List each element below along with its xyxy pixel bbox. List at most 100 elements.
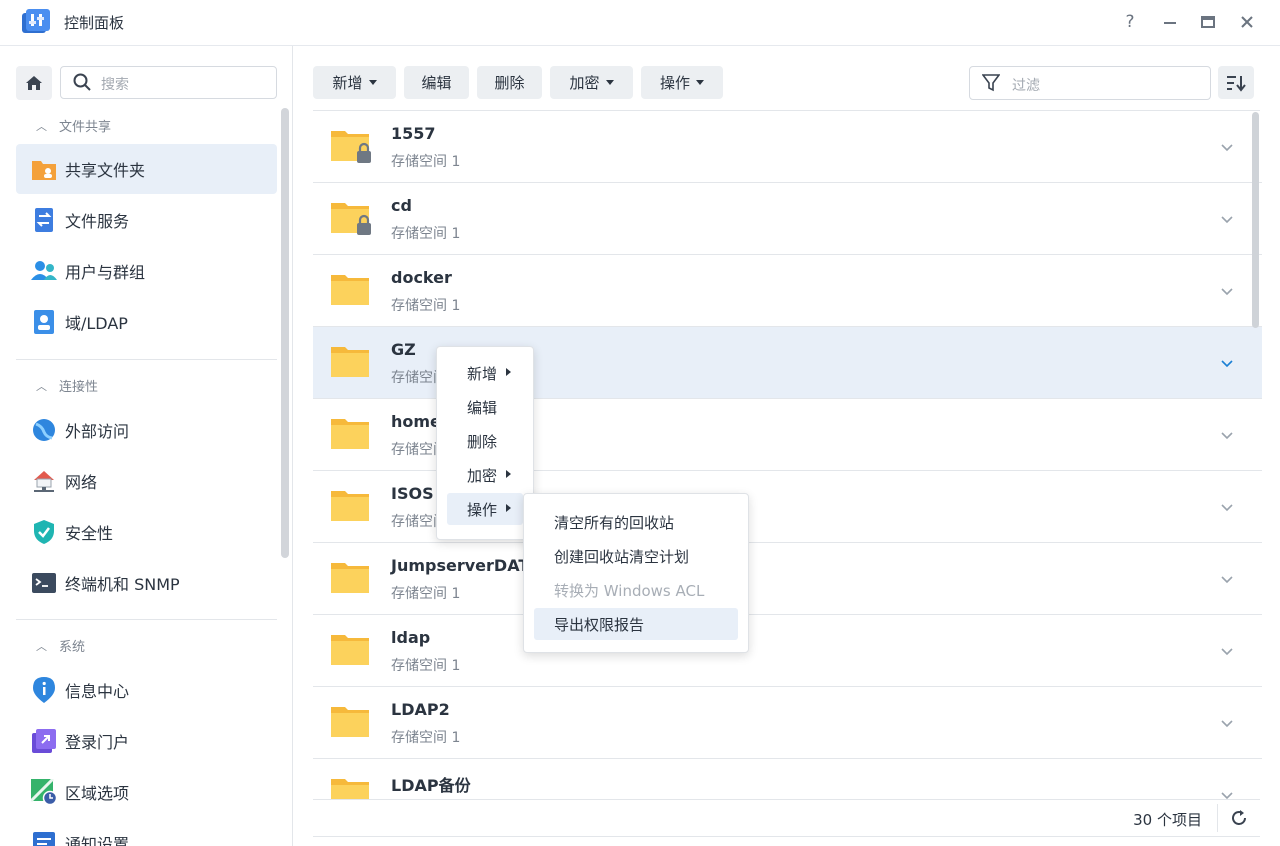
folder-icon — [331, 275, 369, 305]
folder-volume: 存储空间 1 — [391, 586, 461, 602]
sidebar-item-notification[interactable]: 通知设置 — [16, 818, 277, 846]
delete-button[interactable]: 删除 — [477, 66, 542, 99]
chevron-down-icon[interactable] — [1219, 139, 1235, 155]
folder-row[interactable]: cd 存储空间 1 — [313, 183, 1262, 255]
section-system[interactable]: ︿ 系统 — [36, 636, 85, 656]
context-menu-item-new[interactable]: 新增 — [447, 357, 523, 389]
folder-name: 1557 — [391, 124, 436, 143]
sidebar-item-regional-options[interactable]: 区域选项 — [16, 767, 277, 817]
new-button-label: 新增 — [332, 74, 363, 92]
chevron-down-icon[interactable] — [1219, 571, 1235, 587]
context-menu-item-encrypt[interactable]: 加密 — [447, 459, 523, 491]
info-center-icon — [31, 677, 57, 703]
new-button[interactable]: 新增 — [313, 66, 396, 99]
caret-down-icon — [696, 80, 704, 85]
menu-item-label: 清空所有的回收站 — [554, 513, 675, 532]
folder-name: cd — [391, 196, 412, 215]
login-portal-icon — [31, 728, 57, 754]
shared-folder-icon — [31, 156, 57, 182]
sidebar-item-users-groups[interactable]: 用户与群组 — [16, 246, 277, 296]
folder-row[interactable]: ldap 存储空间 1 — [313, 615, 1262, 687]
context-menu-item-action[interactable]: 操作 — [447, 493, 523, 525]
caret-down-icon — [368, 80, 377, 85]
sidebar-item-label: 登录门户 — [65, 733, 130, 752]
section-file-sharing[interactable]: ︿ 文件共享 — [36, 116, 111, 136]
folder-row[interactable]: docker 存储空间 1 — [313, 255, 1262, 327]
folder-volume: 存储空间 1 — [391, 226, 461, 242]
chevron-down-icon[interactable] — [1219, 715, 1235, 731]
submenu-arrow-icon — [506, 470, 511, 478]
sidebar-item-domain-ldap[interactable]: 域/LDAP — [16, 297, 277, 347]
maximize-button[interactable] — [1196, 10, 1220, 34]
sidebar-item-file-services[interactable]: 文件服务 — [16, 195, 277, 245]
minimize-icon — [1164, 22, 1176, 24]
help-button[interactable]: ? — [1118, 10, 1142, 34]
terminal-icon — [31, 570, 57, 596]
chevron-down-icon[interactable] — [1219, 499, 1235, 515]
list-scrollbar[interactable] — [1252, 112, 1259, 328]
refresh-icon[interactable] — [1230, 809, 1248, 827]
chevron-down-icon[interactable] — [1219, 427, 1235, 443]
minimize-button[interactable] — [1158, 10, 1182, 34]
file-services-icon — [31, 207, 57, 233]
maximize-icon — [1201, 16, 1215, 28]
section-label: 连接性 — [59, 380, 99, 395]
list-footer: 30 个项目 — [313, 799, 1260, 837]
folder-volume: 存储空间 1 — [391, 730, 461, 746]
chevron-down-icon[interactable] — [1219, 355, 1235, 371]
folder-row[interactable]: LDAP备份存储空间 1 — [313, 759, 1262, 800]
folder-row[interactable]: LDAP2 存储空间 1 — [313, 687, 1262, 759]
window-title: 控制面板 — [64, 14, 125, 32]
context-menu-item-edit[interactable]: 编辑 — [447, 391, 523, 423]
item-count: 30 个项目 — [1133, 811, 1202, 829]
chevron-down-icon[interactable] — [1219, 283, 1235, 299]
delete-button-label: 删除 — [494, 74, 525, 92]
menu-item-label: 新增 — [467, 364, 498, 383]
folder-icon — [331, 635, 369, 665]
encrypt-button-label: 加密 — [569, 74, 600, 92]
action-submenu: 清空所有的回收站 创建回收站清空计划 转换为 Windows ACL 导出权限报… — [523, 493, 749, 653]
chevron-down-icon[interactable] — [1219, 643, 1235, 659]
sidebar-item-shared-folder[interactable]: 共享文件夹 — [16, 144, 277, 194]
folder-icon — [331, 347, 369, 377]
folder-icon — [331, 563, 369, 593]
action-button-label: 操作 — [659, 74, 690, 92]
section-connectivity[interactable]: ︿ 连接性 — [36, 376, 99, 396]
folder-name: LDAP备份 — [391, 776, 471, 795]
submenu-item-create-recycle-schedule[interactable]: 创建回收站清空计划 — [534, 540, 738, 572]
encrypt-button[interactable]: 加密 — [550, 66, 633, 99]
action-button[interactable]: 操作 — [641, 66, 723, 99]
sidebar-item-login-portal[interactable]: 登录门户 — [16, 716, 277, 766]
sidebar-item-external-access[interactable]: 外部访问 — [16, 405, 277, 455]
sidebar-item-security[interactable]: 安全性 — [16, 507, 277, 557]
sidebar-item-info-center[interactable]: 信息中心 — [16, 665, 277, 715]
edit-button[interactable]: 编辑 — [404, 66, 469, 99]
sort-button[interactable] — [1218, 66, 1254, 99]
sidebar-scrollbar[interactable] — [281, 108, 289, 558]
sidebar-item-label: 域/LDAP — [65, 314, 128, 333]
locked-folder-icon — [331, 131, 371, 163]
sidebar-item-network[interactable]: 网络 — [16, 456, 277, 506]
filter-icon — [982, 74, 1000, 92]
context-menu-item-delete[interactable]: 删除 — [447, 425, 523, 457]
search-input[interactable]: 搜索 — [60, 66, 277, 99]
submenu-item-export-permission-report[interactable]: 导出权限报告 — [534, 608, 738, 640]
edit-button-label: 编辑 — [421, 74, 452, 92]
home-button[interactable] — [16, 66, 52, 100]
folder-icon — [331, 707, 369, 737]
search-icon — [73, 73, 91, 91]
sidebar-item-label: 文件服务 — [65, 212, 130, 231]
submenu-arrow-icon — [506, 504, 511, 512]
folder-name: ldap — [391, 628, 431, 647]
sidebar-item-terminal-snmp[interactable]: 终端机和 SNMP — [16, 558, 277, 608]
filter-input[interactable]: 过滤 — [969, 66, 1211, 100]
chevron-down-icon[interactable] — [1219, 211, 1235, 227]
folder-row[interactable]: 1557 存储空间 1 — [313, 111, 1262, 183]
folder-icon — [331, 779, 369, 800]
submenu-item-empty-recycle-bins[interactable]: 清空所有的回收站 — [534, 506, 738, 538]
folder-row[interactable]: JumpserverDATA 存储空间 1 — [313, 543, 1262, 615]
sidebar-divider — [16, 619, 277, 620]
sidebar-divider — [16, 359, 277, 360]
chevron-up-icon: ︿ — [36, 119, 47, 133]
close-button[interactable] — [1235, 10, 1259, 34]
